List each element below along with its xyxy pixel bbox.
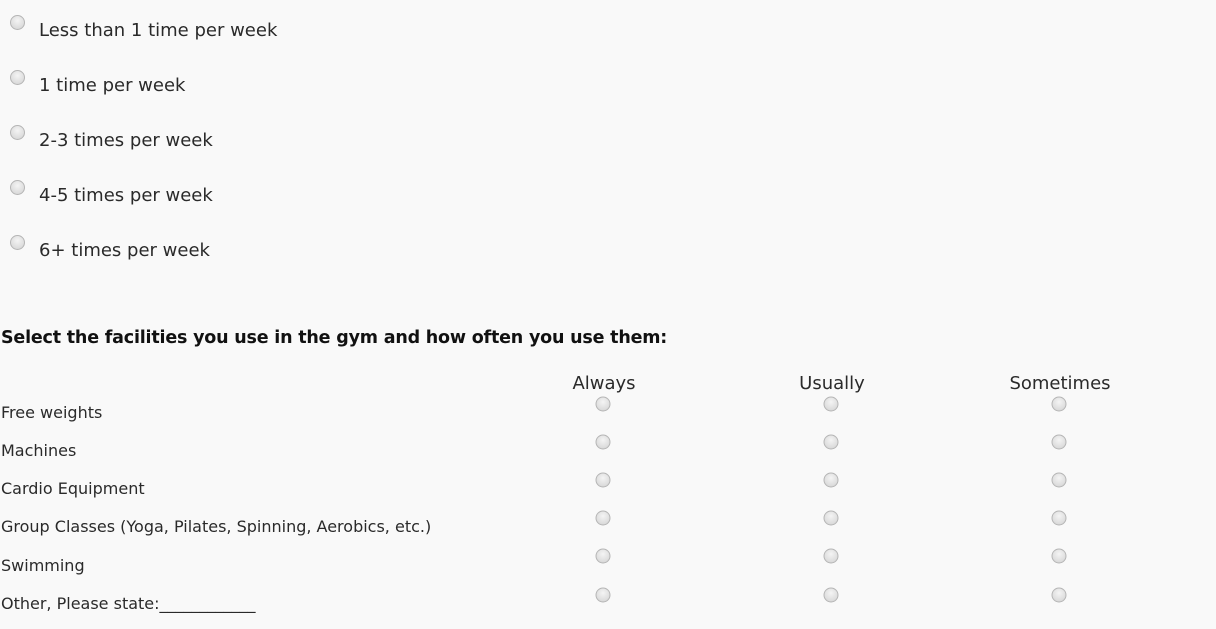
radio-usually-row-1[interactable] bbox=[823, 396, 839, 412]
column-header-sometimes: Sometimes bbox=[1009, 373, 1111, 394]
frequency-option[interactable]: Less than 1 time per week bbox=[10, 15, 277, 41]
radio-button[interactable] bbox=[10, 180, 25, 195]
radio-always-row-6[interactable] bbox=[595, 587, 611, 603]
frequency-option[interactable]: 6+ times per week bbox=[10, 235, 210, 261]
row-label-other: Other, Please state:____________ bbox=[1, 594, 256, 613]
radio-button[interactable] bbox=[10, 15, 25, 30]
radio-sometimes-row-6[interactable] bbox=[1051, 587, 1067, 603]
radio-sometimes-row-4[interactable] bbox=[1051, 510, 1067, 526]
option-label: 2-3 times per week bbox=[39, 130, 213, 151]
radio-button[interactable] bbox=[10, 125, 25, 140]
option-label: 6+ times per week bbox=[39, 240, 210, 261]
column-header-usually: Usually bbox=[799, 373, 865, 394]
radio-always-row-1[interactable] bbox=[595, 396, 611, 412]
radio-usually-row-4[interactable] bbox=[823, 510, 839, 526]
radio-button[interactable] bbox=[10, 235, 25, 250]
radio-sometimes-row-1[interactable] bbox=[1051, 396, 1067, 412]
option-label: 4-5 times per week bbox=[39, 185, 213, 206]
radio-sometimes-row-5[interactable] bbox=[1051, 548, 1067, 564]
row-label-machines: Machines bbox=[1, 441, 77, 460]
option-label: Less than 1 time per week bbox=[39, 20, 278, 41]
frequency-option[interactable]: 1 time per week bbox=[10, 70, 185, 96]
radio-usually-row-2[interactable] bbox=[823, 434, 839, 450]
row-label-swimming: Swimming bbox=[1, 556, 85, 575]
radio-sometimes-row-3[interactable] bbox=[1051, 472, 1067, 488]
frequency-option[interactable]: 2-3 times per week bbox=[10, 125, 213, 151]
radio-usually-row-6[interactable] bbox=[823, 587, 839, 603]
option-label: 1 time per week bbox=[39, 75, 186, 96]
row-label-cardio-equipment: Cardio Equipment bbox=[1, 479, 145, 498]
facilities-question-title: Select the facilities you use in the gym… bbox=[1, 328, 668, 348]
radio-always-row-3[interactable] bbox=[595, 472, 611, 488]
row-label-free-weights: Free weights bbox=[1, 403, 103, 422]
row-label-group-classes: Group Classes (Yoga, Pilates, Spinning, … bbox=[1, 517, 432, 536]
radio-usually-row-3[interactable] bbox=[823, 472, 839, 488]
radio-usually-row-5[interactable] bbox=[823, 548, 839, 564]
frequency-option[interactable]: 4-5 times per week bbox=[10, 180, 213, 206]
radio-sometimes-row-2[interactable] bbox=[1051, 434, 1067, 450]
radio-button[interactable] bbox=[10, 70, 25, 85]
radio-always-row-5[interactable] bbox=[595, 548, 611, 564]
radio-always-row-4[interactable] bbox=[595, 510, 611, 526]
radio-always-row-2[interactable] bbox=[595, 434, 611, 450]
column-header-always: Always bbox=[572, 373, 636, 394]
